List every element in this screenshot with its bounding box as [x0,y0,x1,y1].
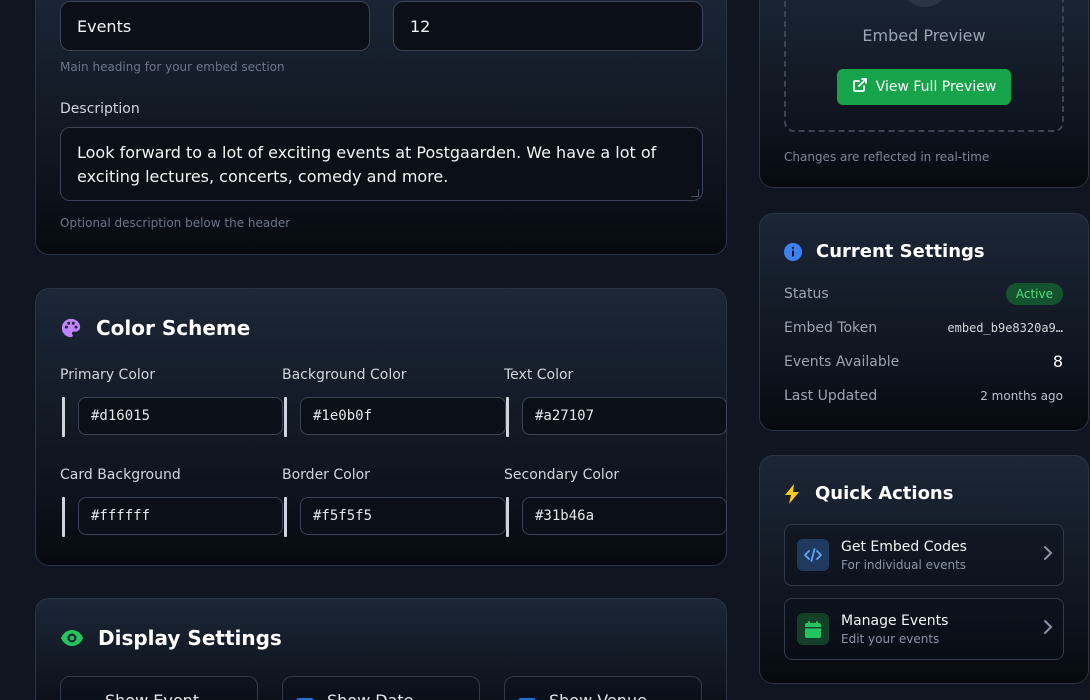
primary-color-field: #d16015 [62,397,284,437]
view-full-preview-button[interactable]: View Full Preview [837,69,1011,105]
quick-actions-title: Quick Actions [815,483,954,504]
card-background-label: Card Background [60,467,181,483]
calendar-icon [797,613,829,645]
section-title-value: Events [77,16,132,36]
events-available-label: Events Available [784,354,900,370]
primary-color-value: #d16015 [91,408,151,424]
card-background-field: #ffffff [62,497,284,537]
get-embed-codes-button[interactable]: Get Embed Codes For individual events [784,524,1064,586]
description-label: Description [60,101,140,117]
secondary-color-input[interactable]: #31b46a [522,497,727,535]
secondary-color-value: #31b46a [535,508,595,524]
view-full-preview-label: View Full Preview [875,79,997,95]
current-settings-card: Current Settings Status Active Embed Tok… [759,213,1089,431]
display-settings-title: Display Settings [98,626,282,650]
last-updated-label: Last Updated [784,388,878,404]
last-updated-value: 2 months ago [980,389,1063,403]
show-date-label: Show Date [327,691,414,700]
text-color-field: #a27107 [506,397,728,437]
events-available-value: 8 [1052,352,1063,371]
background-color-label: Background Color [282,367,407,383]
card-background-value: #ffffff [91,508,151,524]
primary-color-input[interactable]: #d16015 [78,397,283,435]
current-settings-title: Current Settings [816,241,985,262]
info-icon [784,243,802,265]
section-title-input[interactable]: Events [60,1,370,51]
secondary-color-field: #31b46a [506,497,728,537]
border-color-picker[interactable] [284,497,287,537]
border-color-value: #f5f5f5 [313,508,373,524]
description-value: Look forward to a lot of exciting events… [77,143,657,186]
secondary-color-picker[interactable] [506,497,509,537]
manage-events-subtitle: Edit your events [841,632,940,646]
status-badge: Active [1005,283,1063,305]
text-color-input[interactable]: #a27107 [522,397,727,435]
text-color-picker[interactable] [506,397,509,437]
events-count-input[interactable]: 12 [393,1,703,51]
get-embed-codes-subtitle: For individual events [841,558,967,572]
preview-area: Embed Preview View Full Preview [784,0,1064,132]
eye-icon [60,627,84,653]
card-background-picker[interactable] [62,497,65,537]
embed-preview-card: Embed Preview View Full Preview Changes … [759,0,1089,188]
show-event-toggle[interactable]: Show Event [60,676,258,700]
show-venue-toggle[interactable]: Show Venue [504,676,702,700]
description-textarea[interactable]: Look forward to a lot of exciting events… [60,127,703,201]
embed-token-value: embed_b9e8320a9… [947,321,1063,335]
code-icon [797,539,829,571]
description-hint: Optional description below the header [60,216,291,230]
border-color-field: #f5f5f5 [284,497,506,537]
background-color-value: #1e0b0f [313,408,373,424]
background-color-input[interactable]: #1e0b0f [300,397,506,435]
border-color-input[interactable]: #f5f5f5 [300,497,506,535]
chevron-right-icon [1043,545,1053,565]
header-settings-card: Events 12 Main heading for your embed se… [35,0,727,255]
border-color-label: Border Color [282,467,370,483]
show-date-toggle[interactable]: Show Date [282,676,480,700]
background-color-picker[interactable] [284,397,287,437]
primary-color-picker[interactable] [62,397,65,437]
color-scheme-title: Color Scheme [96,316,251,340]
card-background-input[interactable]: #ffffff [78,497,283,535]
text-color-label: Text Color [504,367,574,383]
text-color-value: #a27107 [535,408,595,424]
embed-preview-label: Embed Preview [862,26,986,45]
status-badge-text: Active [1015,287,1053,301]
preview-icon-circle [901,0,949,7]
show-event-label: Show Event [105,691,199,700]
background-color-field: #1e0b0f [284,397,506,437]
title-hint: Main heading for your embed section [60,60,285,74]
show-venue-label: Show Venue [549,691,647,700]
quick-actions-card: Quick Actions Get Embed Codes For indivi… [759,455,1089,684]
color-scheme-card: Color Scheme Primary Color Background Co… [35,288,727,566]
get-embed-codes-title: Get Embed Codes [841,539,967,555]
external-link-icon [852,77,868,97]
chevron-right-icon [1043,619,1053,639]
resize-handle[interactable] [691,189,699,197]
manage-events-button[interactable]: Manage Events Edit your events [784,598,1064,660]
secondary-color-label: Secondary Color [504,467,620,483]
primary-color-label: Primary Color [60,367,156,383]
events-count-value: 12 [410,16,431,36]
bolt-icon [784,484,800,508]
manage-events-title: Manage Events [841,613,949,629]
preview-hint: Changes are reflected in real-time [784,150,990,164]
palette-icon [60,317,82,343]
status-label: Status [784,286,829,302]
embed-token-label: Embed Token [784,320,878,336]
